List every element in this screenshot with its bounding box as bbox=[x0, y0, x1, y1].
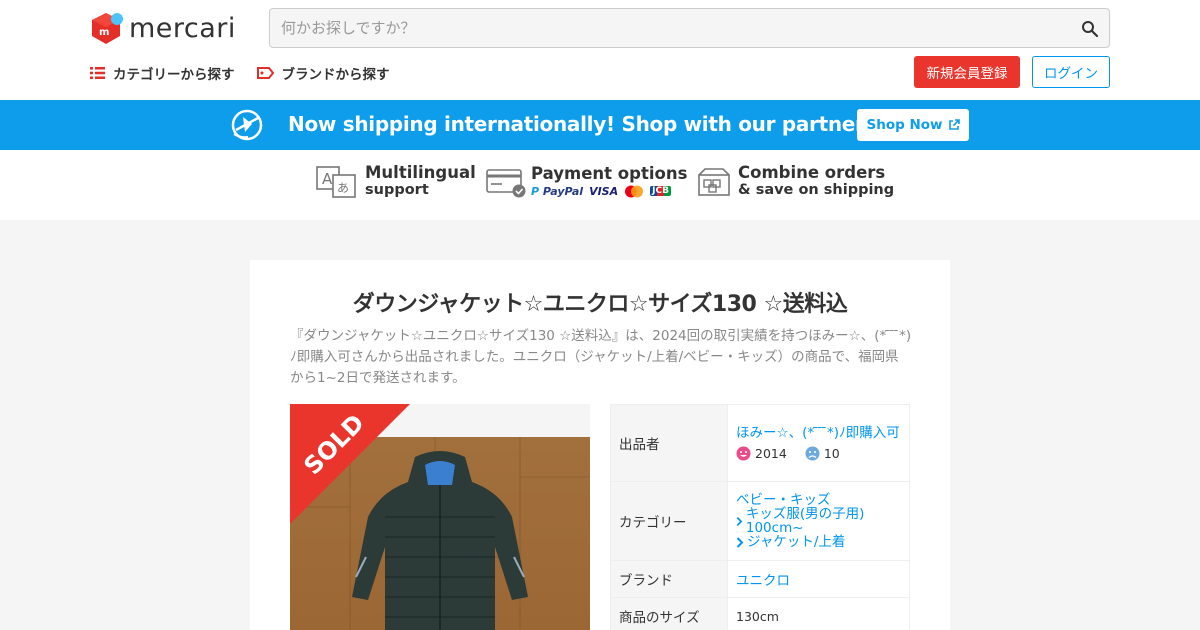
brand-link[interactable]: ユニクロ bbox=[736, 573, 790, 589]
item-title: ダウンジャケット☆ユニクロ☆サイズ130 ☆送料込 bbox=[352, 292, 848, 317]
translate-icon: A あ bbox=[316, 165, 356, 198]
feature-payment: Payment options P PayPal VISA JCB bbox=[486, 164, 687, 198]
tag-icon bbox=[256, 67, 274, 79]
chevron-right-icon bbox=[736, 536, 744, 548]
brand-cell: ユニクロ bbox=[727, 560, 910, 598]
signup-button[interactable]: 新規会員登録 bbox=[914, 56, 1020, 88]
category-cell: ベビー・キッズ キッズ服(男の子用) 100cm~ ジャケット/上着 bbox=[727, 481, 910, 561]
item-photo[interactable]: SOLD bbox=[290, 404, 590, 630]
shop-now-button[interactable]: Shop Now bbox=[857, 109, 969, 141]
category-leaf: ジャケット/上着 bbox=[736, 535, 901, 549]
svg-text:あ: あ bbox=[337, 181, 349, 195]
header-nav: カテゴリーから探す ブランドから探す bbox=[90, 63, 390, 83]
nav-category[interactable]: カテゴリーから探す bbox=[90, 63, 235, 83]
seller-label: 出品者 bbox=[610, 404, 728, 482]
category-label: カテゴリー bbox=[610, 481, 728, 561]
visa-logo: VISA bbox=[589, 184, 619, 198]
size-label: 商品のサイズ bbox=[610, 597, 728, 630]
table-row-brand: ブランド ユニクロ bbox=[610, 560, 910, 598]
credit-card-icon bbox=[486, 169, 526, 198]
rating-good: 2014 bbox=[736, 446, 787, 461]
size-value: 130cm bbox=[727, 597, 910, 630]
mastercard-icon bbox=[625, 185, 644, 197]
search-icon[interactable] bbox=[1081, 20, 1099, 38]
category-mid-link[interactable]: キッズ服(男の子用) 100cm~ bbox=[746, 507, 901, 535]
feature-combine-line1: Combine orders bbox=[738, 163, 886, 182]
logo-wordmark: mercari bbox=[129, 12, 236, 44]
sold-ribbon: SOLD bbox=[290, 404, 410, 524]
feature-combine: Combine orders & save on shipping bbox=[697, 164, 894, 199]
site-header: m mercari カテゴリーから探す ブランドから探す 新 bbox=[0, 0, 1200, 100]
smile-icon bbox=[736, 446, 751, 460]
login-button[interactable]: ログイン bbox=[1032, 56, 1110, 88]
seller-rating: 2014 10 bbox=[736, 446, 901, 461]
external-link-icon bbox=[948, 119, 960, 130]
nav-brand[interactable]: ブランドから探す bbox=[256, 63, 390, 83]
brand-label: ブランド bbox=[610, 560, 728, 598]
airplane-globe-icon bbox=[231, 109, 263, 141]
sad-icon bbox=[805, 446, 820, 460]
seller-cell: ほみー☆、(* ̄ ̄ ̄*)ﾉ即購入可 2014 10 bbox=[727, 404, 910, 482]
payment-logos: P PayPal VISA JCB bbox=[531, 185, 687, 198]
paypal-icon: P bbox=[531, 184, 540, 198]
shop-now-label: Shop Now bbox=[866, 117, 943, 133]
item-description: 『ダウンジャケット☆ユニクロ☆サイズ130 ☆送料込』は、2024回の取引実績を… bbox=[290, 328, 912, 386]
feature-multilingual-line1: Multilingual bbox=[365, 163, 476, 182]
rating-bad: 10 bbox=[805, 446, 840, 461]
item-info-table: 出品者 ほみー☆、(* ̄ ̄ ̄*)ﾉ即購入可 2014 10 カテゴリー ベ… bbox=[610, 404, 910, 630]
mercari-logo[interactable]: m mercari bbox=[90, 11, 236, 45]
category-leaf-link[interactable]: ジャケット/上着 bbox=[747, 535, 845, 549]
chevron-right-icon bbox=[736, 516, 743, 526]
features-bar: A あ Multilingual support Payment options… bbox=[0, 150, 1200, 220]
item-card: ダウンジャケット☆ユニクロ☆サイズ130 ☆送料込 『ダウンジャケット☆ユニクロ… bbox=[250, 260, 950, 630]
buyee-banner[interactable]: Now shipping internationally! Shop with … bbox=[0, 100, 1200, 150]
table-row-seller: 出品者 ほみー☆、(* ̄ ̄ ̄*)ﾉ即購入可 2014 10 bbox=[610, 404, 910, 482]
svg-text:A: A bbox=[322, 170, 333, 188]
banner-text: Now shipping internationally! Shop with … bbox=[288, 112, 949, 136]
nav-brand-label: ブランドから探す bbox=[281, 67, 390, 83]
nav-category-label: カテゴリーから探す bbox=[113, 67, 235, 83]
feature-combine-line2: & save on shipping bbox=[738, 182, 895, 198]
seller-name-link[interactable]: ほみー☆、(* ̄ ̄ ̄*)ﾉ即購入可 bbox=[736, 426, 901, 440]
search-input[interactable] bbox=[270, 9, 1109, 47]
jcb-logo: JCB bbox=[650, 186, 671, 196]
paypal-logo: P PayPal bbox=[531, 184, 584, 198]
list-icon bbox=[90, 67, 105, 79]
table-row-size: 商品のサイズ 130cm bbox=[610, 597, 910, 630]
svg-text:m: m bbox=[99, 27, 109, 38]
category-top-link[interactable]: ベビー・キッズ bbox=[736, 493, 901, 507]
feature-payment-line1: Payment options bbox=[531, 163, 688, 183]
category-mid: キッズ服(男の子用) 100cm~ bbox=[736, 507, 901, 535]
feature-multilingual: A あ Multilingual support bbox=[316, 164, 476, 199]
feature-multilingual-line2: support bbox=[365, 182, 429, 198]
table-row-category: カテゴリー ベビー・キッズ キッズ服(男の子用) 100cm~ ジャケット/上着 bbox=[610, 481, 910, 561]
search-bar bbox=[269, 8, 1110, 48]
mercari-logo-icon: m bbox=[92, 13, 123, 44]
shipping-box-icon bbox=[698, 167, 730, 196]
